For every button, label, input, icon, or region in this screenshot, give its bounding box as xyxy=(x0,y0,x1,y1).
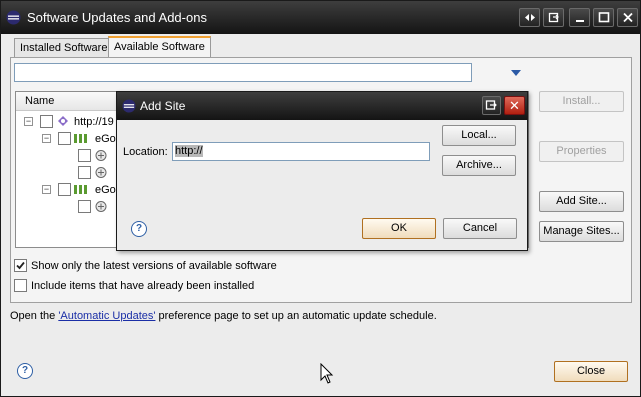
maximize-icon[interactable] xyxy=(593,8,614,27)
location-field[interactable]: http:// xyxy=(172,142,430,161)
dialog-help-icon[interactable]: ? xyxy=(131,221,147,237)
dialog-restore-icon[interactable] xyxy=(482,96,501,115)
show-latest-checkbox[interactable] xyxy=(14,259,27,272)
include-installed-label: Include items that have already been ins… xyxy=(31,280,255,292)
filter-input[interactable] xyxy=(14,63,472,82)
minimize-icon[interactable] xyxy=(569,8,590,27)
eclipse-icon xyxy=(6,10,21,25)
include-installed-checkbox[interactable] xyxy=(14,279,27,292)
software-updates-window: Software Updates and Add-ons Installed S… xyxy=(0,0,641,397)
eclipse-icon xyxy=(122,99,136,113)
category-icon xyxy=(74,134,87,143)
column-name: Name xyxy=(25,95,55,107)
collapse-icon[interactable]: − xyxy=(24,117,33,126)
install-button[interactable]: Install... xyxy=(539,91,624,112)
location-value: http:// xyxy=(175,145,203,157)
row-checkbox[interactable] xyxy=(78,166,91,179)
tab-available-software[interactable]: Available Software xyxy=(108,36,211,58)
dialog-title: Add Site xyxy=(140,99,186,113)
row-checkbox[interactable] xyxy=(58,132,71,145)
feature-icon xyxy=(95,150,107,161)
sync-icon[interactable] xyxy=(519,8,540,27)
category-icon xyxy=(74,185,87,194)
dialog-close-icon[interactable]: ✕ xyxy=(504,96,525,115)
tab-installed-software[interactable]: Installed Software xyxy=(14,38,114,58)
info-suffix: preference page to set up an automatic u… xyxy=(155,310,437,322)
site-icon xyxy=(58,116,68,126)
feature-icon xyxy=(95,167,107,178)
close-button[interactable]: Close xyxy=(554,361,628,382)
collapse-icon[interactable]: − xyxy=(42,134,51,143)
automatic-updates-link[interactable]: 'Automatic Updates' xyxy=(58,310,155,322)
row-checkbox[interactable] xyxy=(78,200,91,213)
automatic-updates-info: Open the 'Automatic Updates' preference … xyxy=(10,310,437,322)
restore-icon[interactable] xyxy=(543,8,564,27)
feature-icon xyxy=(95,201,107,212)
add-site-button[interactable]: Add Site... xyxy=(539,191,624,212)
row-checkbox[interactable] xyxy=(40,115,53,128)
row-label: http://19 xyxy=(74,116,114,128)
archive-button[interactable]: Archive... xyxy=(442,155,516,176)
mouse-cursor-icon xyxy=(320,363,334,384)
properties-button[interactable]: Properties xyxy=(539,141,624,162)
help-icon[interactable]: ? xyxy=(17,363,33,379)
show-latest-label: Show only the latest versions of availab… xyxy=(31,260,277,272)
location-label: Location: xyxy=(123,146,168,158)
row-label: eGo xyxy=(95,133,116,145)
local-button[interactable]: Local... xyxy=(442,125,516,146)
info-prefix: Open the xyxy=(10,310,59,322)
collapse-icon[interactable]: − xyxy=(42,185,51,194)
filter-dropdown-icon[interactable] xyxy=(511,70,521,76)
row-checkbox[interactable] xyxy=(78,149,91,162)
manage-sites-button[interactable]: Manage Sites... xyxy=(539,221,624,242)
close-icon[interactable] xyxy=(617,8,638,27)
ok-button[interactable]: OK xyxy=(362,218,436,239)
cancel-button[interactable]: Cancel xyxy=(443,218,517,239)
add-site-dialog: Add Site ✕ Location: http:// Local... Ar… xyxy=(116,91,528,251)
title-bar: Software Updates and Add-ons xyxy=(1,1,640,34)
window-title: Software Updates and Add-ons xyxy=(27,10,207,25)
row-checkbox[interactable] xyxy=(58,183,71,196)
dialog-title-bar: Add Site ✕ xyxy=(117,92,527,120)
row-label: eGo xyxy=(95,184,116,196)
